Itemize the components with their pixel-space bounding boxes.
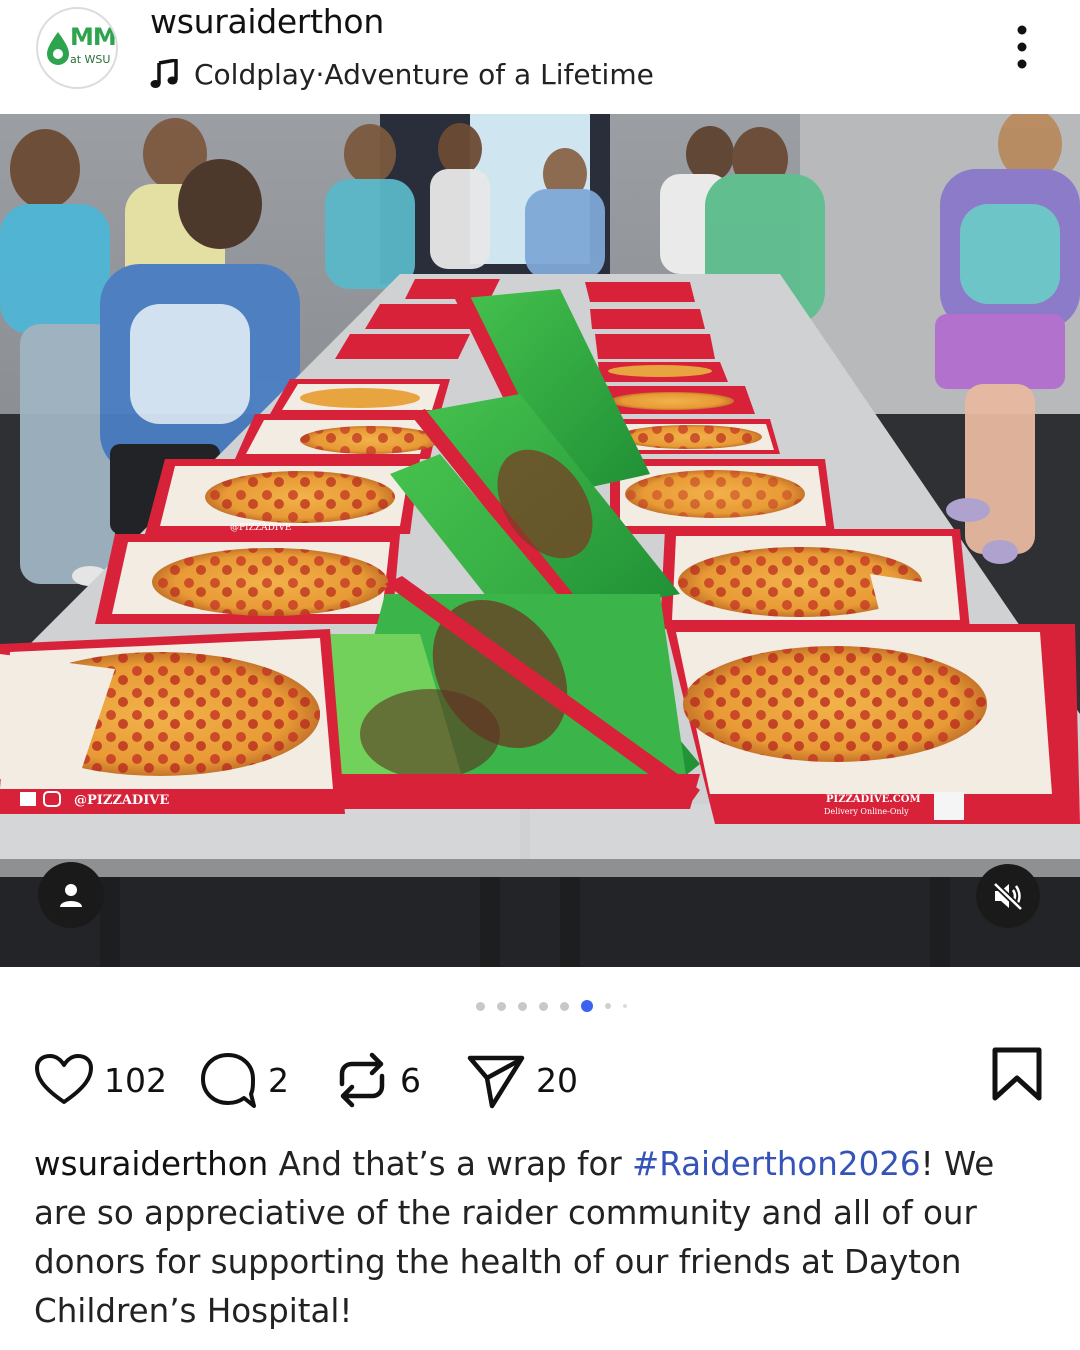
music-artist: Coldplay [194, 57, 316, 91]
mute-button[interactable] [976, 864, 1040, 928]
music-attribution[interactable]: Coldplay · Adventure of a Lifetime [150, 54, 654, 94]
photo-facebook-logo [20, 792, 36, 806]
like-count: 102 [104, 1060, 167, 1100]
carousel-dot [623, 1004, 627, 1008]
bookmark-icon[interactable] [990, 1046, 1044, 1102]
carousel-dot [605, 1003, 611, 1009]
repost-button[interactable]: 6 [334, 1044, 421, 1116]
photo-box-site: PIZZADIVE.COM [826, 794, 921, 805]
photo-qr-code [934, 792, 964, 820]
user-tag-button[interactable] [38, 862, 104, 928]
music-note-icon [150, 59, 178, 88]
share-button[interactable]: 20 [466, 1044, 578, 1116]
more-options-icon[interactable] [1006, 24, 1038, 70]
carousel-dot [476, 1001, 485, 1011]
repost-icon [339, 1052, 385, 1108]
user-tag-icon [60, 884, 82, 907]
carousel-indicator [476, 998, 639, 1014]
carousel-dot [518, 1001, 527, 1011]
comment-icon [201, 1053, 256, 1108]
music-separator: · [315, 57, 325, 91]
like-button[interactable]: 102 [34, 1044, 167, 1116]
post-header: MM at WSU wsuraiderthon Coldplay · Adven… [0, 0, 1080, 114]
share-icon [467, 1055, 525, 1109]
heart-icon [35, 1054, 93, 1104]
avatar-drop-icon [47, 32, 69, 65]
repost-count: 6 [400, 1060, 421, 1100]
caption-hashtag[interactable]: #Raiderthon2026 [632, 1145, 921, 1183]
comment-count: 2 [268, 1060, 289, 1100]
muted-speaker-icon [992, 881, 1024, 911]
avatar-logo-subtext: at WSU [70, 53, 111, 66]
post-username[interactable]: wsuraiderthon [150, 2, 384, 41]
action-bar: 102 2 6 20 [0, 1044, 1080, 1116]
share-count: 20 [536, 1060, 578, 1100]
carousel-dot [539, 1001, 548, 1011]
photo-box-handle-mid: @PIZZADIVE [230, 523, 291, 533]
comment-button[interactable]: 2 [198, 1044, 289, 1116]
carousel-dot-active [581, 1000, 593, 1012]
post-caption: wsuraiderthon And that’s a wrap for #Rai… [34, 1140, 1044, 1336]
avatar[interactable]: MM at WSU [36, 7, 118, 89]
pizza-party-photo: @PIZZADIVE @PIZZADIVE PIZZADIVE.COM Deli… [0, 114, 1080, 967]
caption-text-before: And that’s a wrap for [268, 1145, 633, 1183]
post-photo[interactable]: @PIZZADIVE @PIZZADIVE PIZZADIVE.COM Deli… [0, 114, 1080, 967]
carousel-dot [560, 1001, 569, 1011]
photo-box-delivery: Delivery Online-Only [824, 807, 909, 816]
carousel-dot [497, 1001, 506, 1011]
photo-box-handle: @PIZZADIVE [74, 793, 169, 808]
avatar-logo-text: MM [70, 23, 116, 51]
caption-username[interactable]: wsuraiderthon [34, 1145, 268, 1183]
music-song: Adventure of a Lifetime [324, 57, 654, 91]
